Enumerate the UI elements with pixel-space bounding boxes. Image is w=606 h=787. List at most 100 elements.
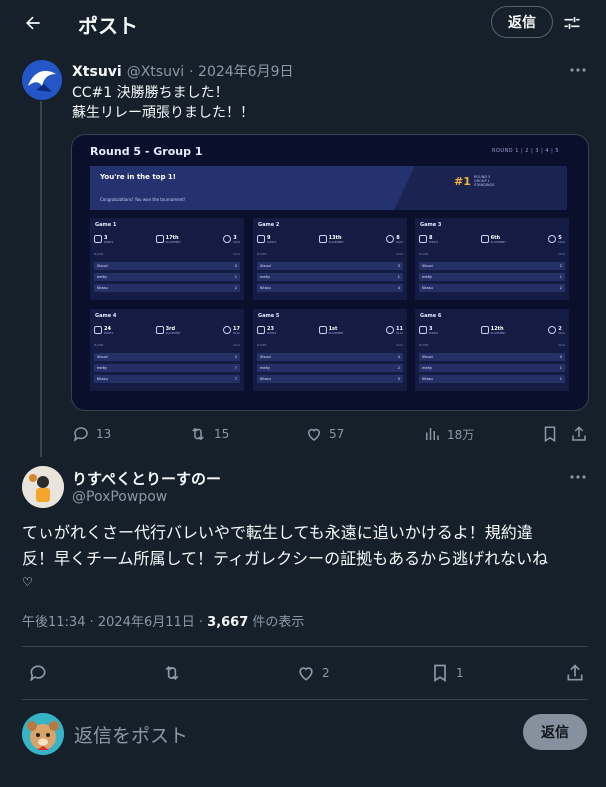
stat-icon — [318, 326, 327, 334]
bookmark-action[interactable]: 1 — [430, 663, 464, 683]
page-title: ポスト — [78, 14, 138, 38]
stat-label: PLACEMENT — [328, 240, 344, 244]
stat-icon — [155, 326, 164, 334]
player-kills: 1 — [559, 366, 562, 370]
player-kills: 2 — [234, 286, 237, 290]
stat-icon — [480, 326, 489, 334]
game-stat: 13th PLACEMENT — [318, 234, 344, 244]
player-name: melty — [97, 275, 107, 279]
share-button[interactable] — [570, 425, 588, 447]
author-handle[interactable]: @Xtsuvi — [127, 64, 184, 80]
repost-action[interactable]: 15 — [188, 425, 229, 443]
stat-label: KILLS — [558, 331, 565, 335]
post-timestamp[interactable]: 午後11:34 · 2024年6月11日 · — [22, 615, 207, 630]
share-icon — [572, 426, 586, 441]
game-stat: 23 POINTS — [257, 326, 276, 335]
stat-value: 3 — [429, 325, 433, 332]
adjust-button[interactable] — [557, 8, 587, 38]
post-view-count: 3,667 — [207, 615, 249, 630]
game-stat: 8 POINTS — [419, 235, 438, 244]
player-name: Kitasu — [422, 377, 433, 381]
reply-input[interactable]: 返信をポスト — [74, 721, 188, 748]
stat-label: PLACEMENT — [490, 331, 506, 335]
heart-icon — [307, 428, 321, 441]
author-name[interactable]: りすぺくとりーすのー — [72, 468, 221, 489]
like-action[interactable]: 2 — [296, 663, 330, 683]
player-kills: 3 — [234, 355, 237, 359]
player-row: melty 7 — [94, 364, 240, 372]
reply-header-button[interactable]: 返信 — [491, 6, 553, 38]
table-header: PLAYER KILLS — [94, 253, 240, 256]
thread-line — [40, 101, 42, 457]
stat-value: 13th — [328, 234, 342, 241]
player-kills: 1 — [397, 275, 400, 279]
views-action[interactable]: 18万 — [423, 425, 474, 443]
game-stat: 17th PLACEMENT — [155, 234, 181, 244]
stat-label: KILLS — [558, 240, 565, 244]
sliders-icon — [564, 17, 580, 29]
stat-label: PLACEMENT — [165, 331, 181, 335]
stat-label: KILLS — [396, 240, 403, 244]
stat-icon — [419, 235, 427, 243]
more-button[interactable] — [568, 62, 588, 82]
stat-value: 2 — [558, 325, 562, 332]
player-kills: 7 — [234, 377, 237, 381]
player-row: melty 2 — [257, 364, 403, 372]
game-title: Game 2 — [258, 222, 280, 228]
bookmark-icon — [434, 664, 446, 683]
player-row: Kitasu 2 — [94, 284, 240, 292]
bookmark-button[interactable] — [541, 425, 559, 447]
reply-submit-button[interactable]: 返信 — [523, 714, 587, 750]
player-row: Xtsuvi 4 — [257, 353, 403, 361]
stat-value: 6th — [490, 234, 501, 241]
table-header: PLAYER KILLS — [94, 344, 240, 347]
reply-icon — [73, 427, 88, 442]
player-name: Kitasu — [97, 377, 108, 381]
player-kills: 2 — [559, 286, 562, 290]
stat-icon — [548, 326, 557, 334]
reply-action[interactable]: 13 — [72, 425, 111, 443]
more-button[interactable] — [568, 469, 588, 489]
game-stat: 3 KILLS — [223, 235, 240, 244]
stat-value: 3 — [104, 234, 108, 241]
more-dots-icon — [570, 475, 586, 479]
stat-value: 9 — [267, 234, 271, 241]
stat-value: 17th — [165, 234, 179, 241]
player-kills: 3 — [397, 264, 400, 268]
game-stat: 11 KILLS — [386, 326, 403, 335]
game-stat: 8 KILLS — [386, 235, 403, 244]
game-stat: 2 KILLS — [548, 326, 565, 335]
post-text-line: てぃがれくさー代行バレいやで転生しても永遠に追いかけるよ！規約違 — [22, 523, 533, 542]
share-button[interactable] — [565, 663, 585, 687]
post-date[interactable]: · 2024年6月9日 — [189, 61, 293, 81]
player-name: Kitasu — [260, 286, 271, 290]
stat-value: 8 — [396, 234, 400, 241]
reply-action[interactable] — [28, 663, 48, 683]
game-title: Game 3 — [420, 222, 442, 228]
repost-action[interactable] — [161, 663, 183, 683]
player-name: Xtsuvi — [97, 264, 108, 268]
back-button[interactable] — [16, 6, 50, 40]
player-name: melty — [260, 366, 270, 370]
player-row: melty 1 — [94, 273, 240, 281]
post-image[interactable]: Round 5 - Group 1 ROUND 1 | 2 | 3 | 4 | … — [71, 134, 589, 411]
avatar-poxpowpow[interactable] — [22, 466, 64, 508]
avatar-xtsuvi[interactable] — [22, 60, 62, 100]
stat-icon — [223, 326, 232, 334]
avatar-current-user[interactable] — [22, 713, 64, 755]
table-header: PLAYER KILLS — [419, 344, 565, 347]
player-row: Kitasu 2 — [419, 284, 565, 292]
like-action[interactable]: 57 — [305, 425, 344, 443]
author-name[interactable]: Xtsuvi — [72, 64, 122, 80]
game-stat: 9 POINTS — [257, 235, 276, 244]
stat-label: PLACEMENT — [328, 331, 344, 335]
divider — [22, 699, 588, 700]
more-dots-icon — [570, 68, 586, 72]
table-header: PLAYER KILLS — [419, 253, 565, 256]
author-handle[interactable]: @PoxPowpow — [72, 489, 167, 505]
game-title: Game 1 — [95, 222, 117, 228]
stat-icon — [257, 326, 265, 334]
repost-icon — [165, 665, 179, 681]
player-row: melty 1 — [419, 364, 565, 372]
bookmark-count: 1 — [456, 666, 464, 680]
